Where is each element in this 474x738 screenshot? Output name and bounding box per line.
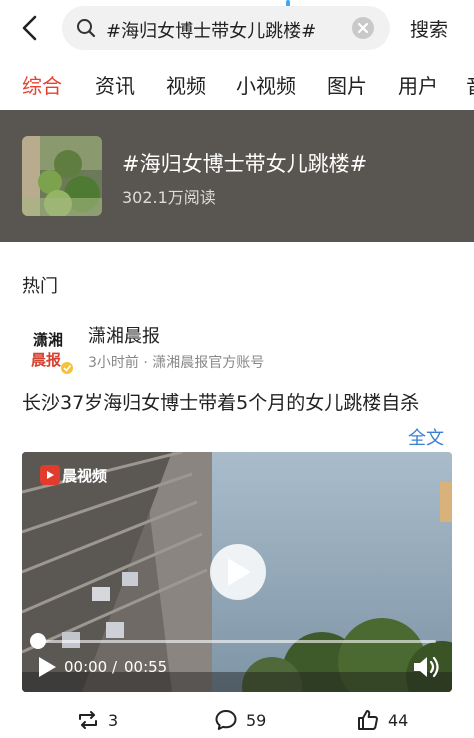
video-current-time: 00:00 bbox=[64, 658, 108, 676]
video-progress-handle[interactable] bbox=[30, 633, 46, 649]
section-title-hot: 热门 bbox=[22, 276, 58, 297]
close-icon bbox=[358, 23, 368, 33]
thumbs-up-icon bbox=[358, 710, 378, 730]
video-logo-icon bbox=[40, 465, 60, 485]
control-play-icon[interactable] bbox=[36, 656, 58, 678]
comment-button[interactable]: 59 bbox=[214, 708, 266, 732]
play-button[interactable] bbox=[210, 544, 266, 600]
author-name[interactable]: 潇湘晨报 bbox=[88, 322, 160, 348]
search-icon bbox=[77, 19, 96, 38]
search-button[interactable]: 搜索 bbox=[410, 15, 448, 42]
clear-search-button[interactable] bbox=[352, 17, 374, 39]
tab-comprehensive[interactable]: 综合 bbox=[22, 70, 62, 99]
topic-read-count: 302.1万阅读 bbox=[122, 188, 216, 207]
tab-music[interactable]: 音 bbox=[466, 70, 474, 99]
topic-title: #海归女博士带女儿跳楼# bbox=[122, 152, 368, 176]
video-brand-text: 晨视频 bbox=[62, 466, 108, 485]
search-query: #海归女博士带女儿跳楼# bbox=[106, 21, 317, 42]
tab-images[interactable]: 图片 bbox=[327, 70, 367, 99]
like-button[interactable]: 44 bbox=[356, 708, 408, 732]
topic-thumbnail bbox=[22, 136, 102, 216]
volume-icon[interactable] bbox=[412, 654, 440, 680]
full-text-link[interactable]: 全文 bbox=[408, 424, 444, 450]
tab-video[interactable]: 视频 bbox=[166, 70, 206, 99]
repost-icon bbox=[79, 711, 97, 729]
video-total-time: 00:55 bbox=[124, 658, 168, 676]
play-icon bbox=[228, 559, 250, 585]
comment-icon bbox=[215, 710, 237, 730]
repost-count: 3 bbox=[108, 710, 119, 730]
post-actions: 3 59 44 bbox=[0, 700, 474, 738]
topic-banner[interactable]: #海归女博士带女儿跳楼# 302.1万阅读 bbox=[0, 110, 474, 242]
back-button[interactable] bbox=[14, 12, 46, 44]
comment-count: 59 bbox=[246, 710, 267, 730]
search-input[interactable]: #海归女博士带女儿跳楼# bbox=[62, 6, 390, 50]
avatar[interactable]: 潇湘 晨报 bbox=[22, 322, 74, 374]
author-row[interactable]: 潇湘 晨报 潇湘晨报 3小时前 · 潇湘晨报官方账号 bbox=[22, 318, 452, 378]
avatar-logo-bottom: 晨报 bbox=[31, 351, 61, 369]
chevron-left-icon bbox=[22, 15, 37, 41]
tab-short-video[interactable]: 小视频 bbox=[236, 70, 296, 99]
tab-users[interactable]: 用户 bbox=[398, 70, 438, 99]
category-tabs: 综合 资讯 视频 小视频 图片 用户 音 bbox=[0, 60, 474, 108]
like-count: 44 bbox=[388, 710, 409, 730]
video-player[interactable]: 晨视频 00:00 / 00:55 bbox=[22, 452, 452, 692]
video-progress-bar[interactable] bbox=[38, 640, 436, 643]
search-bar: #海归女博士带女儿跳楼# 搜索 bbox=[0, 0, 474, 58]
post-headline[interactable]: 长沙37岁海归女博士带着5个月的女儿跳楼自杀 bbox=[22, 388, 452, 418]
tab-news[interactable]: 资讯 bbox=[95, 70, 135, 99]
repost-button[interactable]: 3 bbox=[76, 708, 118, 732]
author-meta: 3小时前 · 潇湘晨报官方账号 bbox=[88, 355, 265, 371]
avatar-logo-top: 潇湘 bbox=[33, 331, 63, 349]
video-brand-logo: 晨视频 bbox=[40, 464, 107, 486]
video-time-separator: / bbox=[112, 658, 118, 676]
